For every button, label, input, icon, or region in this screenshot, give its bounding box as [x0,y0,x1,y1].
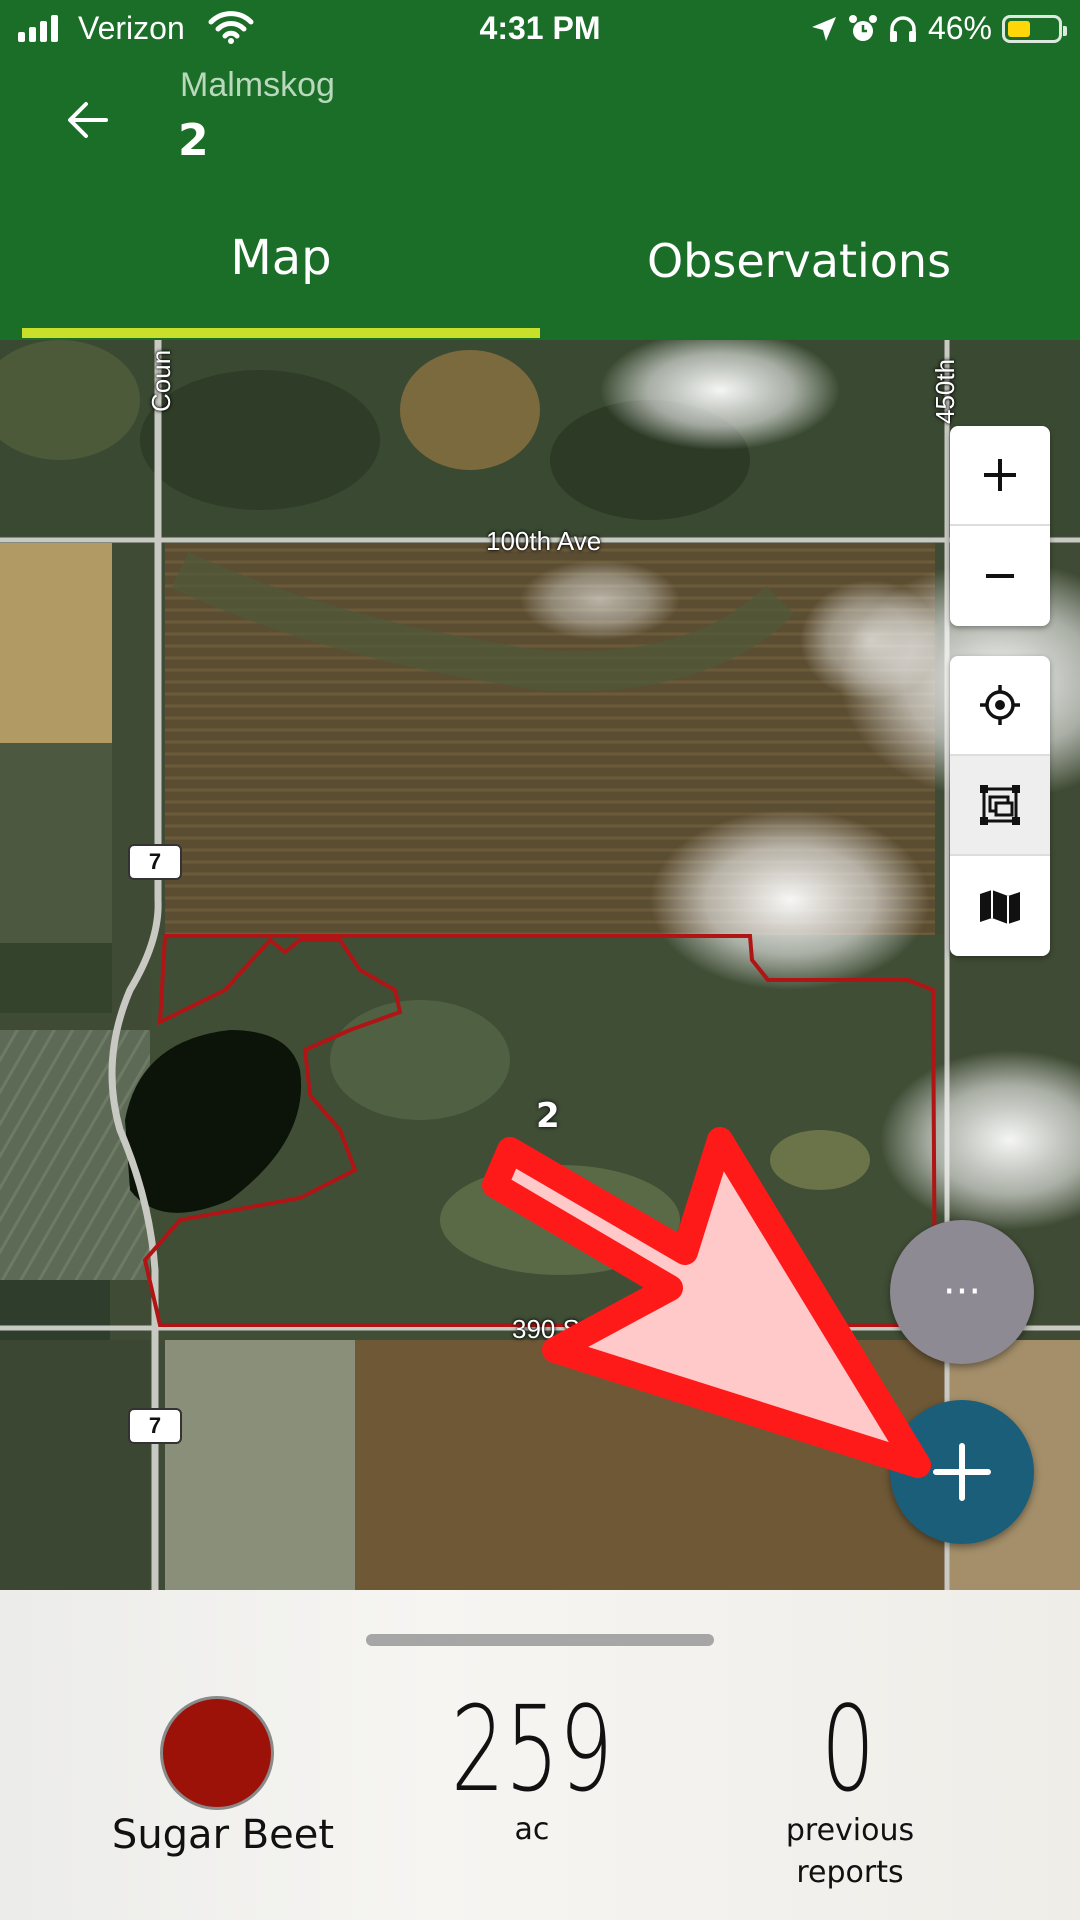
back-button[interactable] [58,90,118,150]
locate-button[interactable] [950,656,1050,756]
battery-percent: 46% [927,10,992,46]
crop-color-dot [160,1696,274,1810]
zoom-controls [950,426,1050,626]
reports-label: previous reports [750,1810,950,1894]
alarm-icon [848,14,877,41]
location-arrow-icon [811,16,836,41]
tab-observations[interactable]: Observations [540,234,1058,288]
tab-map[interactable]: Map [22,230,540,286]
reports-label-line2: reports [796,1855,904,1890]
map-layers-icon [980,890,1020,924]
map-layers-button[interactable] [950,856,1050,956]
crop-name: Sugar Beet [111,1812,335,1858]
road-label-100th-ave: 100th Ave [486,526,602,556]
page-title: 2 [178,115,209,166]
fit-bounds-icon [980,785,1020,825]
zoom-in-button[interactable] [950,426,1050,526]
satellite-map[interactable]: 100th Ave 390 St Coun 450th 7 7 2 ··· [0,340,1080,1590]
active-tab-indicator [22,328,540,338]
road-label-450th: 450th [930,358,960,424]
field-summary-sheet[interactable]: Sugar Beet 259 ac 0 previous reports [0,1590,1080,1920]
headphones-icon [889,15,916,42]
add-observation-button[interactable] [890,1400,1034,1544]
sheet-grabber[interactable] [366,1634,714,1646]
acres-unit: ac [514,1812,550,1847]
plus-icon [984,459,1016,491]
map-tool-controls [950,656,1050,956]
zoom-out-button[interactable] [950,526,1050,626]
more-options-button[interactable]: ··· [890,1220,1034,1364]
battery-icon [1002,14,1067,43]
highway-shield: 7 [128,844,182,880]
minus-icon [986,574,1014,578]
farm-name: Malmskog [180,66,335,104]
fit-bounds-button[interactable] [950,756,1050,856]
plus-icon [933,1443,991,1501]
reports-label-line1: previous [785,1813,915,1848]
road-label-390-st: 390 St [512,1314,588,1344]
status-right: 46% [810,10,1067,47]
field-label: 2 [536,1096,560,1136]
status-bar: Verizon 4:31 PM 46% [0,0,1080,60]
app-header: Malmskog 2 Map Observations [0,60,1080,340]
reports-count: 0 [820,1680,876,1818]
road-label-county: Coun [146,349,176,412]
acres-value: 259 [450,1680,614,1818]
crosshair-locate-icon [980,685,1020,725]
highway-shield: 7 [128,1408,182,1444]
